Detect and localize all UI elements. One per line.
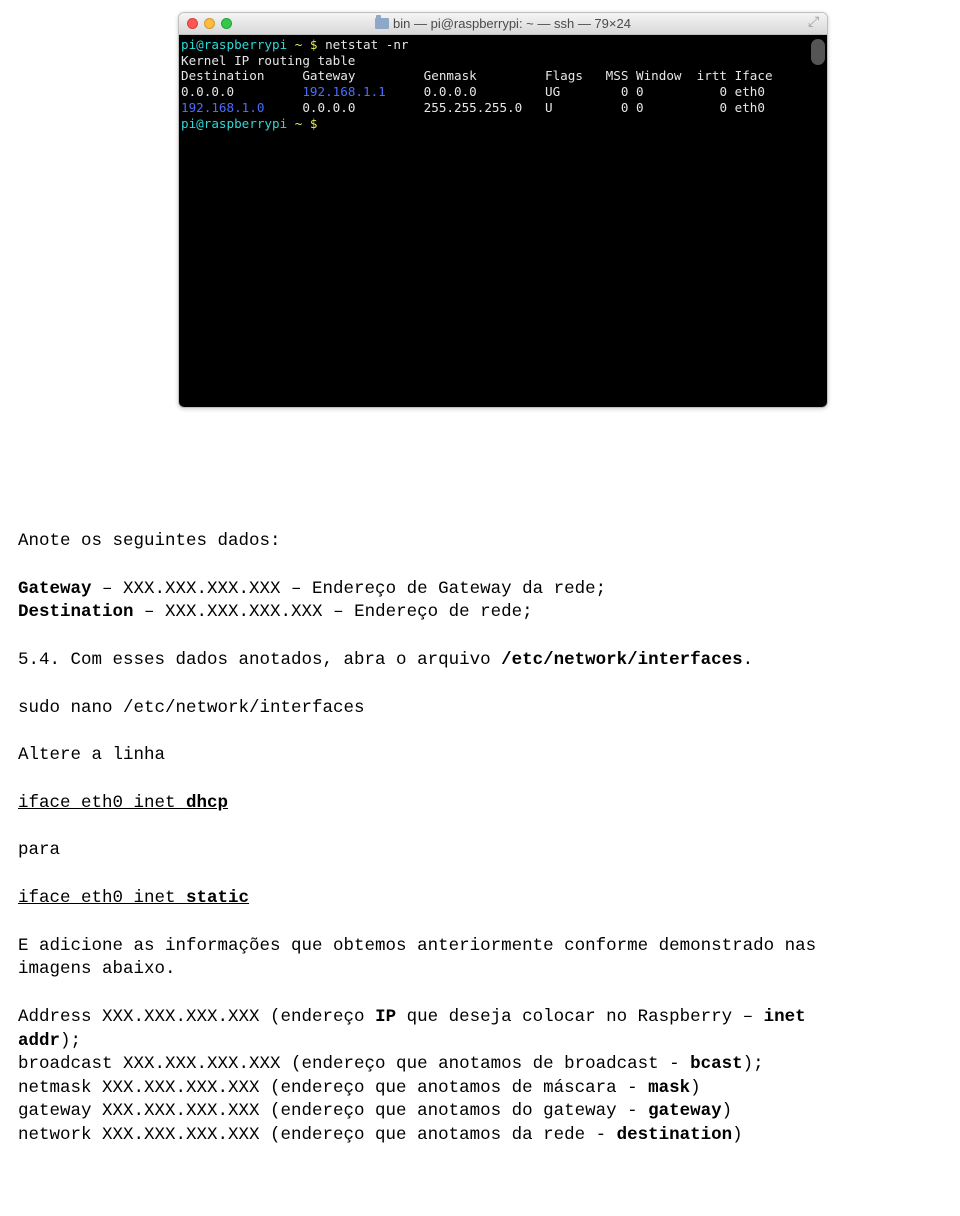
minimize-icon[interactable] <box>204 18 215 29</box>
code-line: iface eth0 inet dhcp <box>18 792 816 816</box>
paragraph: Anote os seguintes dados: <box>18 530 816 554</box>
terminal-body[interactable]: pi@raspberrypi ~ $ netstat -nr Kernel IP… <box>179 35 827 407</box>
paragraph: 5.4. Com esses dados anotados, abra o ar… <box>18 649 816 673</box>
terminal-command: netstat -nr <box>325 37 408 52</box>
expand-icon[interactable]: ⤢ <box>808 17 821 30</box>
paragraph: Destination – XXX.XXX.XXX.XXX – Endereço… <box>18 601 816 625</box>
prompt-sep: ~ $ <box>287 37 325 52</box>
code-line: netmask XXX.XXX.XXX.XXX (endereço que an… <box>18 1077 816 1101</box>
window-title: bin — pi@raspberrypi: ~ — ssh — 79×24 <box>179 15 827 33</box>
prompt-user: pi@raspberrypi <box>181 37 287 52</box>
code-line: broadcast XXX.XXX.XXX.XXX (endereço que … <box>18 1053 816 1077</box>
code-line: network XXX.XXX.XXX.XXX (endereço que an… <box>18 1124 816 1148</box>
code-line: addr); <box>18 1030 816 1054</box>
paragraph: para <box>18 839 816 863</box>
prompt-sep: ~ $ <box>287 116 325 131</box>
traffic-lights <box>179 18 232 29</box>
terminal-window: bin — pi@raspberrypi: ~ — ssh — 79×24 ⤢ … <box>178 12 828 408</box>
code-line: Address XXX.XXX.XXX.XXX (endereço IP que… <box>18 1006 816 1030</box>
document-body: Anote os seguintes dados: Gateway – XXX.… <box>0 530 832 1148</box>
close-icon[interactable] <box>187 18 198 29</box>
titlebar[interactable]: bin — pi@raspberrypi: ~ — ssh — 79×24 ⤢ <box>179 13 827 35</box>
code-line: iface eth0 inet static <box>18 887 816 911</box>
window-title-text: bin — pi@raspberrypi: ~ — ssh — 79×24 <box>393 15 631 33</box>
paragraph: Gateway – XXX.XXX.XXX.XXX – Endereço de … <box>18 578 816 602</box>
terminal-line: Kernel IP routing table <box>181 53 355 68</box>
code-line: gateway XXX.XXX.XXX.XXX (endereço que an… <box>18 1100 816 1124</box>
scrollbar-thumb[interactable] <box>811 39 825 65</box>
folder-icon <box>375 18 389 29</box>
table-row: 192.168.1.0 0.0.0.0 255.255.255.0 U 0 0 … <box>181 100 765 115</box>
paragraph: E adicione as informações que obtemos an… <box>18 935 816 959</box>
col-dest: Destination Gateway Genmask Flags MSS Wi… <box>181 68 773 83</box>
table-row: 0.0.0.0 192.168.1.1 0.0.0.0 UG 0 0 0 eth… <box>181 84 765 99</box>
zoom-icon[interactable] <box>221 18 232 29</box>
code-line: sudo nano /etc/network/interfaces <box>18 697 816 721</box>
paragraph: Altere a linha <box>18 744 816 768</box>
prompt-user: pi@raspberrypi <box>181 116 287 131</box>
paragraph: imagens abaixo. <box>18 958 816 982</box>
